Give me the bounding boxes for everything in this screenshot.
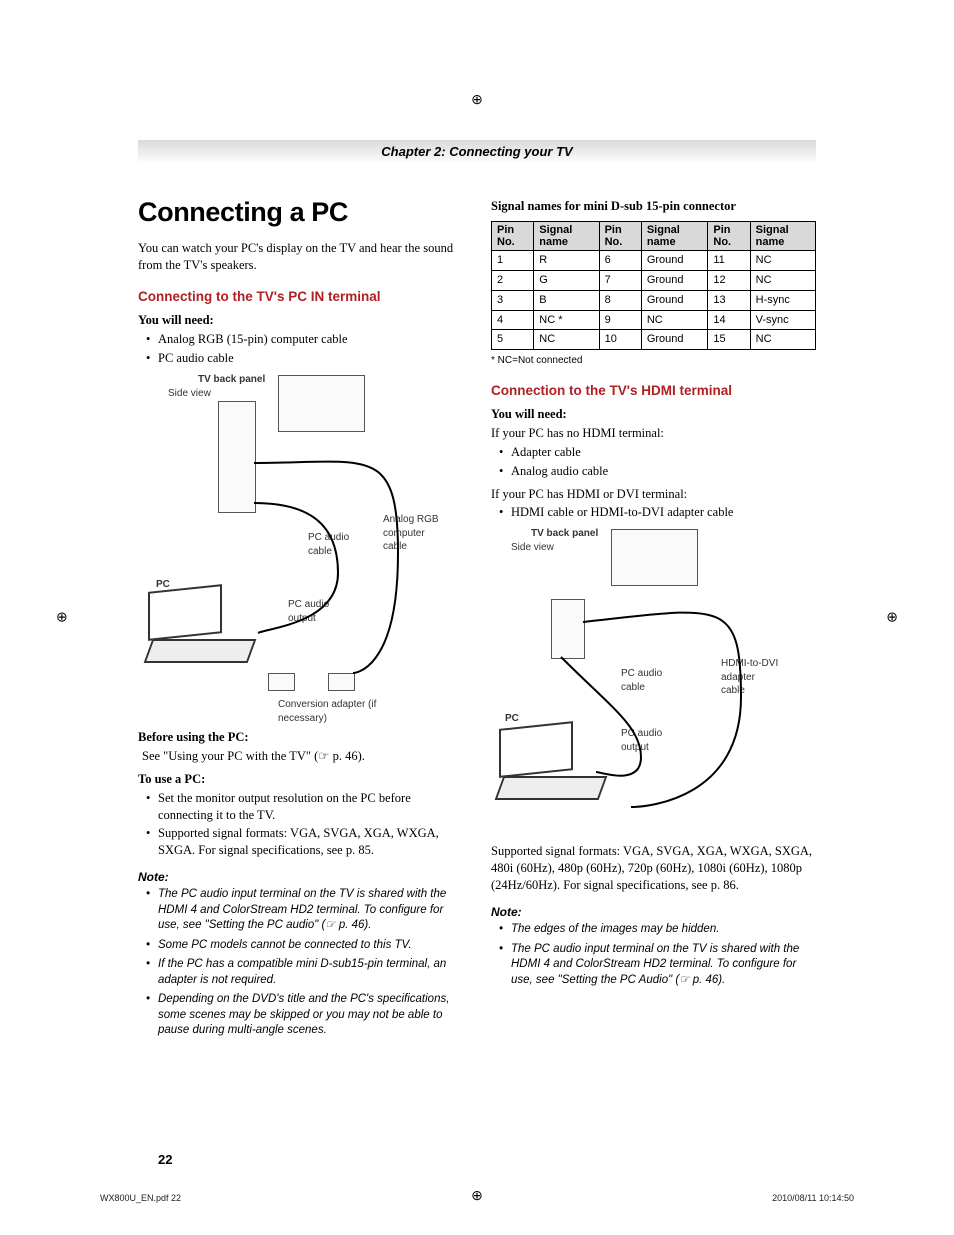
- td: 4: [492, 310, 534, 330]
- hdmi-items1: Adapter cable Analog audio cable: [491, 444, 816, 480]
- table-row: 4NC *9NC14V-sync: [492, 310, 816, 330]
- th-signal: Signal name: [641, 221, 708, 250]
- note-item: The PC audio input terminal on the TV is…: [503, 942, 816, 989]
- note-item: The edges of the images may be hidden.: [503, 922, 816, 938]
- td: 6: [599, 251, 641, 271]
- footer-timestamp: 2010/08/11 10:14:50: [772, 1193, 854, 1203]
- registration-mark-top: ⊕: [471, 92, 483, 109]
- to-use-label: To use a PC:: [138, 771, 463, 788]
- td: Ground: [641, 270, 708, 290]
- th-signal: Signal name: [750, 221, 815, 250]
- th-pin: Pin No.: [599, 221, 641, 250]
- left-column: Connecting a PC You can watch your PC's …: [138, 194, 463, 1043]
- td: R: [534, 251, 599, 271]
- td: G: [534, 270, 599, 290]
- before-text: See "Using your PC with the TV" (☞ p. 46…: [142, 748, 463, 765]
- pcin-heading: Connecting to the TV's PC IN terminal: [138, 288, 463, 306]
- note-list-pcin: The PC audio input terminal on the TV is…: [138, 887, 463, 1039]
- table-header-row: Pin No. Signal name Pin No. Signal name …: [492, 221, 816, 250]
- diagram-pcin: TV back panel Side view PC audio cable A…: [138, 373, 463, 723]
- th-signal: Signal name: [534, 221, 599, 250]
- list-item: Adapter cable: [503, 444, 816, 461]
- td: NC: [750, 270, 815, 290]
- use-item: Supported signal formats: VGA, SVGA, XGA…: [150, 825, 463, 859]
- td: 9: [599, 310, 641, 330]
- td: 7: [599, 270, 641, 290]
- before-label: Before using the PC:: [138, 729, 463, 746]
- hdmi-cond2: If your PC has HDMI or DVI terminal:: [491, 486, 816, 503]
- td: 14: [708, 310, 750, 330]
- pin-tbody: 1R6Ground11NC 2G7Ground12NC 3B8Ground13H…: [492, 251, 816, 350]
- list-item: HDMI cable or HDMI-to-DVI adapter cable: [503, 504, 816, 521]
- note-list-hdmi: The edges of the images may be hidden. T…: [491, 922, 816, 988]
- hdmi-note-heading: Note:: [491, 904, 816, 920]
- td: 13: [708, 290, 750, 310]
- td: 15: [708, 330, 750, 350]
- table-row: 5NC10Ground15NC: [492, 330, 816, 350]
- note-item: Some PC models cannot be connected to th…: [150, 938, 463, 954]
- use-list: Set the monitor output resolution on the…: [138, 790, 463, 860]
- table-caption: Signal names for mini D-sub 15-pin conne…: [491, 198, 816, 215]
- page-number: 22: [158, 1152, 172, 1167]
- table-row: 1R6Ground11NC: [492, 251, 816, 271]
- diag1-lines: [138, 373, 463, 723]
- td: Ground: [641, 251, 708, 271]
- td: 11: [708, 251, 750, 271]
- registration-mark-left: ⊕: [56, 609, 68, 626]
- hdmi-items2: HDMI cable or HDMI-to-DVI adapter cable: [491, 504, 816, 521]
- footer-filename: WX800U_EN.pdf 22: [100, 1193, 181, 1203]
- need-item: PC audio cable: [150, 350, 463, 367]
- td: 8: [599, 290, 641, 310]
- diagram-hdmi: TV back panel Side view PC audio cable H…: [491, 527, 816, 837]
- td: 12: [708, 270, 750, 290]
- content-columns: Connecting a PC You can watch your PC's …: [138, 194, 816, 1043]
- td: NC: [534, 330, 599, 350]
- hdmi-cond1: If your PC has no HDMI terminal:: [491, 425, 816, 442]
- page-title: Connecting a PC: [138, 194, 463, 230]
- pin-table: Pin No. Signal name Pin No. Signal name …: [491, 221, 816, 350]
- note-heading: Note:: [138, 869, 463, 885]
- td: NC: [641, 310, 708, 330]
- note-item: If the PC has a compatible mini D-sub15-…: [150, 957, 463, 988]
- td: V-sync: [750, 310, 815, 330]
- td: H-sync: [750, 290, 815, 310]
- td: NC: [750, 251, 815, 271]
- intro-text: You can watch your PC's display on the T…: [138, 240, 463, 274]
- th-pin: Pin No.: [708, 221, 750, 250]
- td: 2: [492, 270, 534, 290]
- diag2-lines: [491, 527, 816, 837]
- chapter-header: Chapter 2: Connecting your TV: [138, 140, 816, 164]
- need-list: Analog RGB (15-pin) computer cable PC au…: [138, 331, 463, 367]
- td: 10: [599, 330, 641, 350]
- registration-mark-bottom: ⊕: [471, 1188, 483, 1205]
- nc-footnote: * NC=Not connected: [491, 354, 816, 368]
- td: NC *: [534, 310, 599, 330]
- table-row: 3B8Ground13H-sync: [492, 290, 816, 310]
- note-item: The PC audio input terminal on the TV is…: [150, 887, 463, 934]
- td: 1: [492, 251, 534, 271]
- td: Ground: [641, 330, 708, 350]
- th-pin: Pin No.: [492, 221, 534, 250]
- page: ⊕ ⊕ ⊕ ⊕ Chapter 2: Connecting your TV Co…: [0, 0, 954, 1235]
- list-item: Analog audio cable: [503, 463, 816, 480]
- td: Ground: [641, 290, 708, 310]
- use-item: Set the monitor output resolution on the…: [150, 790, 463, 824]
- registration-mark-right: ⊕: [886, 609, 898, 626]
- td: 5: [492, 330, 534, 350]
- hdmi-need-label: You will need:: [491, 406, 816, 423]
- need-item: Analog RGB (15-pin) computer cable: [150, 331, 463, 348]
- right-column: Signal names for mini D-sub 15-pin conne…: [491, 194, 816, 1043]
- td: 3: [492, 290, 534, 310]
- table-row: 2G7Ground12NC: [492, 270, 816, 290]
- hdmi-heading: Connection to the TV's HDMI terminal: [491, 382, 816, 400]
- td: NC: [750, 330, 815, 350]
- hdmi-supported: Supported signal formats: VGA, SVGA, XGA…: [491, 843, 816, 894]
- td: B: [534, 290, 599, 310]
- note-item: Depending on the DVD's title and the PC'…: [150, 992, 463, 1039]
- you-will-need-label: You will need:: [138, 312, 463, 329]
